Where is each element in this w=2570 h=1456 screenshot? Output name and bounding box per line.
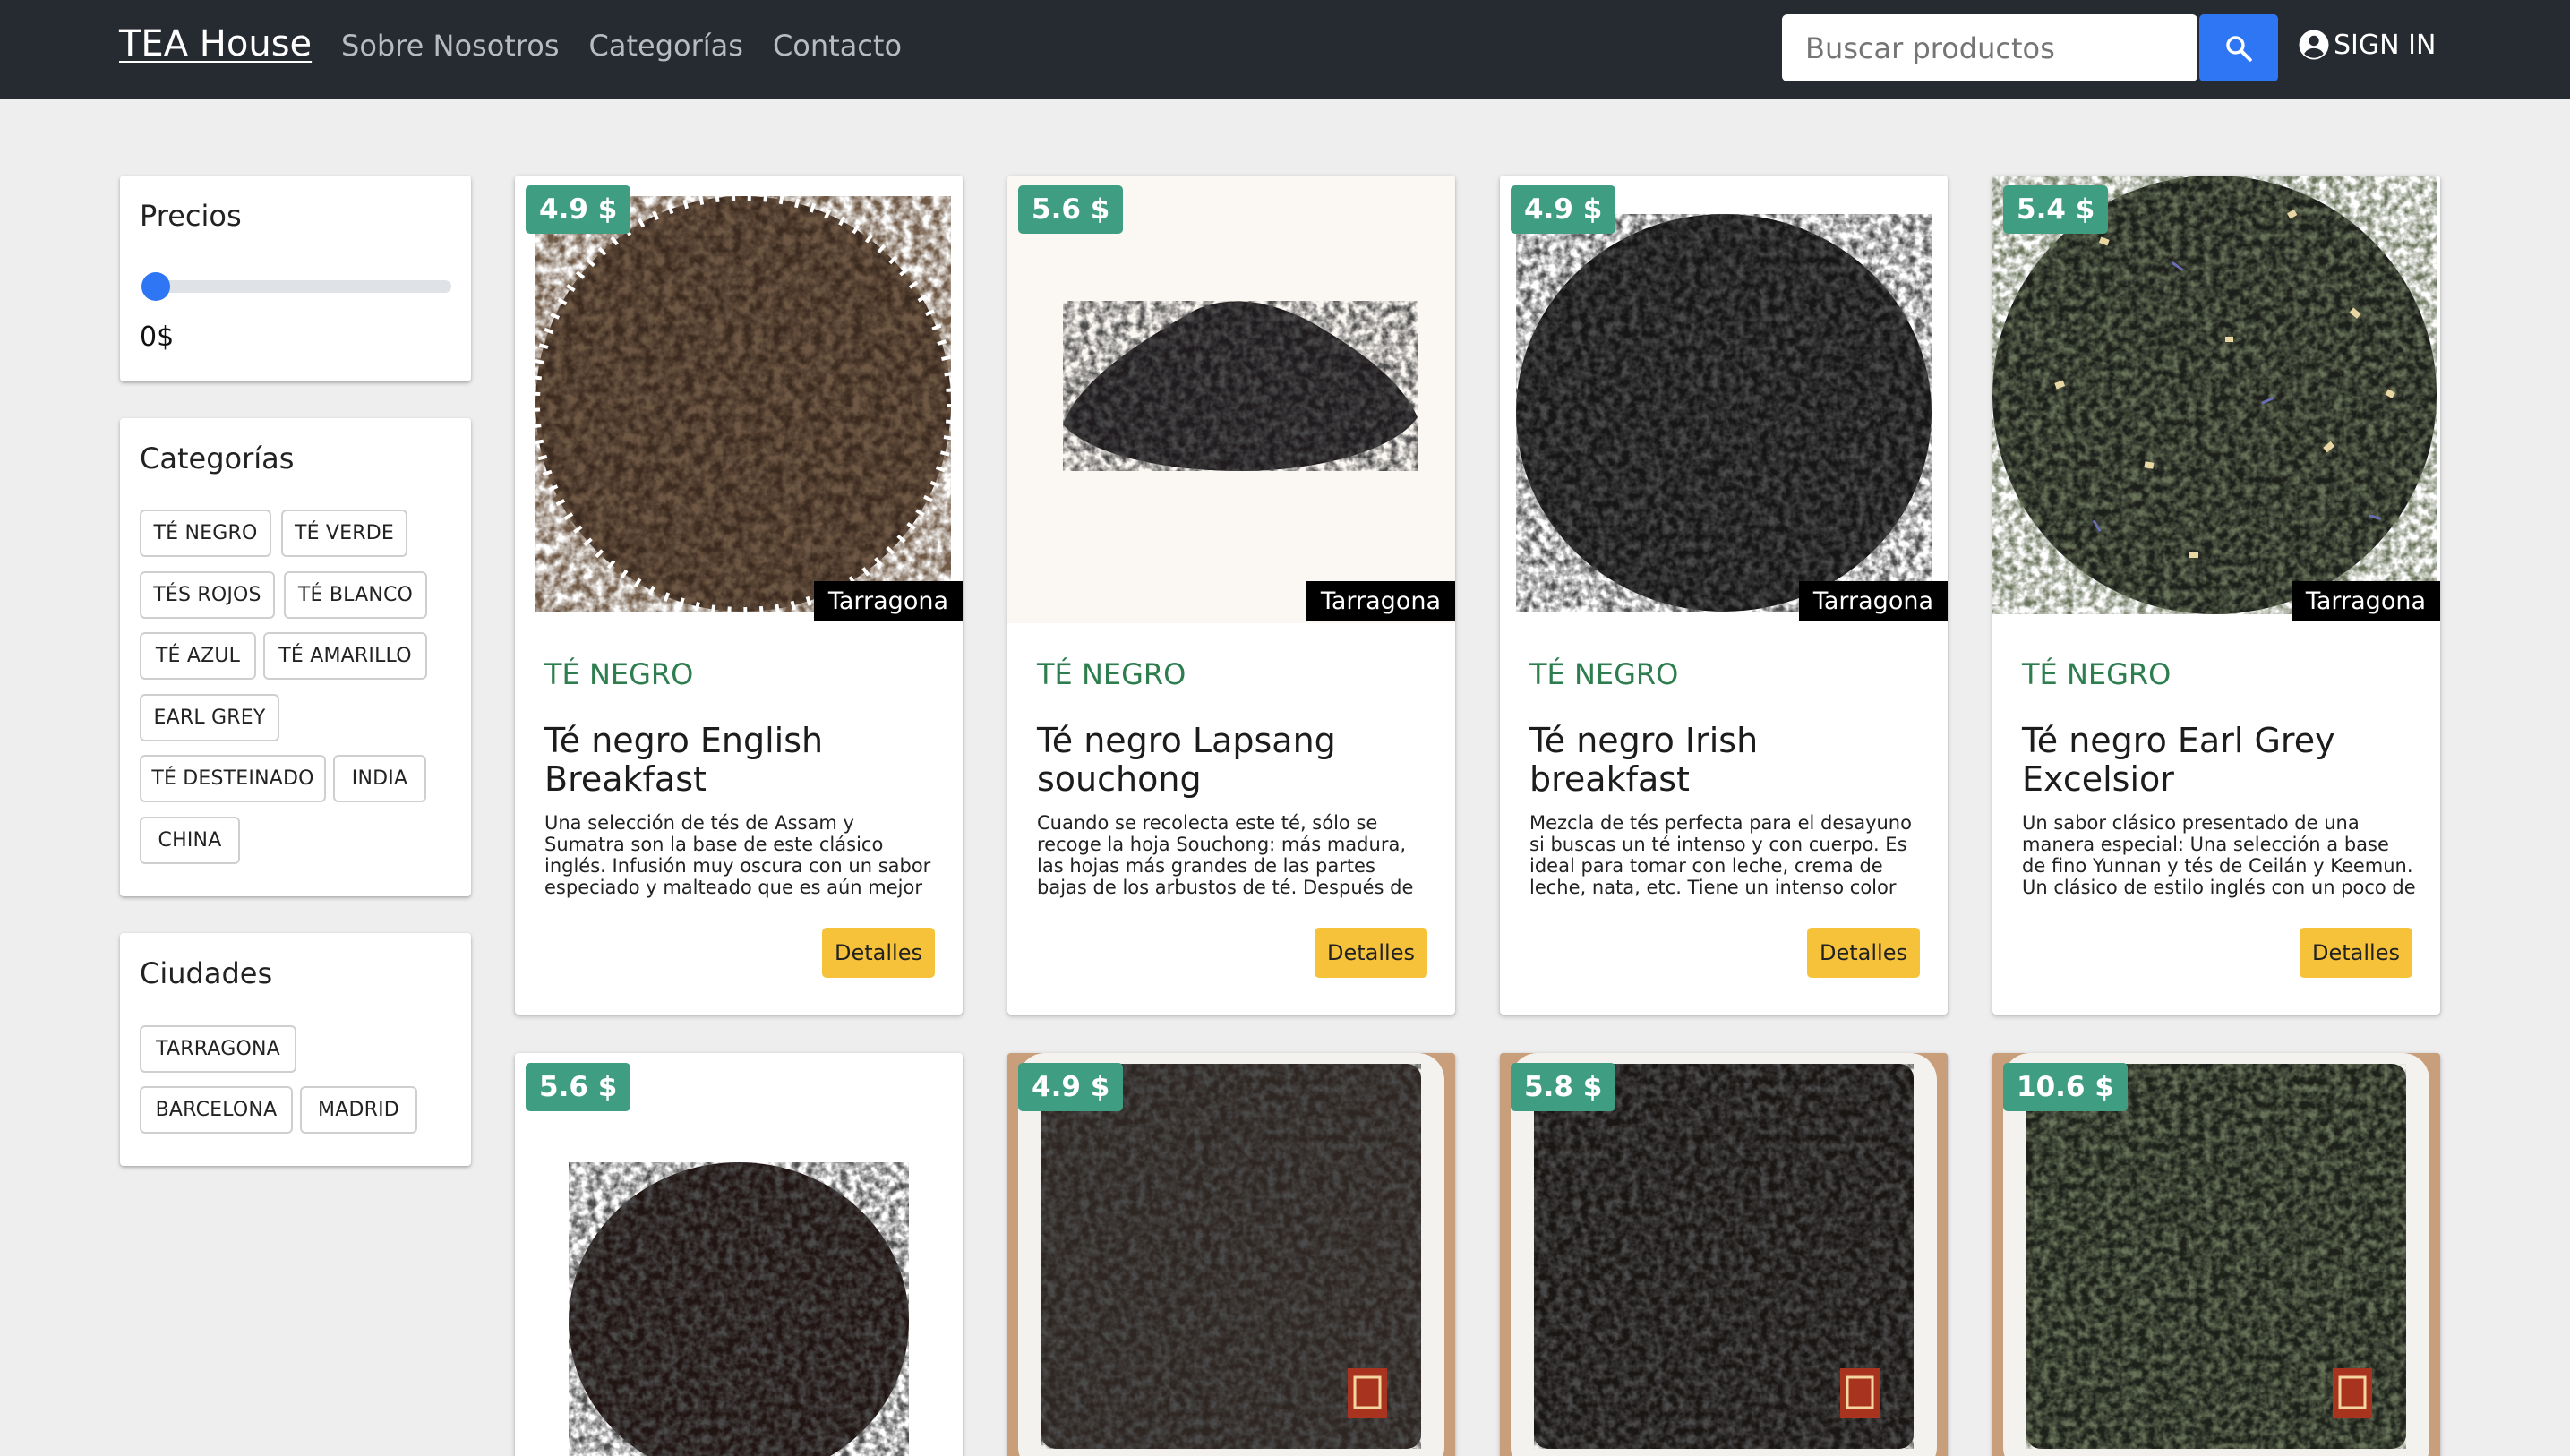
chip-te-desteinado[interactable]: TÉ DESTEINADO xyxy=(140,755,326,802)
product-title: Té negro Lapsang souchong xyxy=(1037,721,1336,799)
product-card: 4.9 $ xyxy=(1007,1053,1455,1456)
search-button[interactable] xyxy=(2199,14,2278,81)
nav-links: Sobre Nosotros Categorías Contacto xyxy=(341,29,902,63)
signin-button[interactable]: SIGN IN xyxy=(2298,29,2436,61)
product-image[interactable] xyxy=(1007,176,1455,623)
product-card: 10.6 $ xyxy=(1992,1053,2440,1456)
product-category: TÉ NEGRO xyxy=(2022,657,2172,691)
product-title: Té negro Irish breakfast xyxy=(1529,721,1759,799)
round-tea-heap-icon xyxy=(569,1162,909,1456)
category-filter-panel: Categorías TÉ NEGRO TÉ VERDE TÉS ROJOS T… xyxy=(120,418,471,896)
chip-te-azul[interactable]: TÉ AZUL xyxy=(140,632,256,680)
details-button[interactable]: Detalles xyxy=(822,928,935,978)
brand-logo[interactable]: TEA House xyxy=(119,23,312,64)
product-image[interactable] xyxy=(1500,1053,1948,1456)
round-tea-heap-icon xyxy=(1516,214,1932,612)
price-badge: 4.9 $ xyxy=(1018,1063,1124,1111)
product-card: 5.6 $ Tarragona TÉ NEGRO Té negro Lapsan… xyxy=(1007,176,1455,1015)
price-filter-title: Precios xyxy=(140,199,242,233)
search-icon xyxy=(2226,35,2252,62)
city-filter-panel: Ciudades TARRAGONA BARCELONA MADRID xyxy=(120,933,471,1166)
product-image[interactable] xyxy=(1500,176,1948,623)
top-navbar: TEA House Sobre Nosotros Categorías Cont… xyxy=(0,0,2570,99)
chip-barcelona[interactable]: BARCELONA xyxy=(140,1086,293,1134)
chip-te-amarillo[interactable]: TÉ AMARILLO xyxy=(263,632,427,680)
tea-bowl-icon xyxy=(1007,1053,1455,1456)
city-badge: Tarragona xyxy=(813,581,963,621)
price-filter-panel: Precios 0$ xyxy=(120,176,471,381)
product-image[interactable] xyxy=(515,176,963,623)
product-description: Un sabor clásico presentado de una maner… xyxy=(2022,812,2416,898)
price-badge: 5.6 $ xyxy=(1018,185,1124,234)
chip-india[interactable]: INDIA xyxy=(333,755,426,802)
product-card: 5.8 $ xyxy=(1500,1053,1948,1456)
chip-te-negro[interactable]: TÉ NEGRO xyxy=(140,510,271,557)
product-description: Mezcla de tés perfecta para el desayuno … xyxy=(1529,812,1912,898)
price-badge: 10.6 $ xyxy=(2003,1063,2128,1111)
nav-link-about[interactable]: Sobre Nosotros xyxy=(341,29,560,63)
product-card: 4.9 $ Tarragona TÉ NEGRO Té negro Englis… xyxy=(515,176,963,1015)
chip-china[interactable]: CHINA xyxy=(140,817,240,864)
product-category: TÉ NEGRO xyxy=(544,657,694,691)
price-badge: 5.8 $ xyxy=(1511,1063,1616,1111)
account-circle-icon xyxy=(2299,30,2329,60)
details-button[interactable]: Detalles xyxy=(1315,928,1427,978)
price-badge: 5.4 $ xyxy=(2003,185,2109,234)
price-value: 0$ xyxy=(140,321,175,353)
city-badge: Tarragona xyxy=(1306,581,1455,621)
tea-bowl-icon xyxy=(1500,1053,1948,1456)
city-filter-title: Ciudades xyxy=(140,956,273,990)
category-filter-title: Categorías xyxy=(140,441,295,475)
chip-earl-grey[interactable]: EARL GREY xyxy=(140,694,279,741)
product-image[interactable] xyxy=(1992,1053,2440,1456)
product-category: TÉ NEGRO xyxy=(1037,657,1186,691)
product-title: Té negro Earl Grey Excelsior xyxy=(2022,721,2335,799)
price-slider[interactable] xyxy=(141,272,451,301)
nav-link-contact[interactable]: Contacto xyxy=(773,29,902,63)
product-image[interactable] xyxy=(1007,1053,1455,1456)
city-badge: Tarragona xyxy=(2291,581,2440,621)
chip-madrid[interactable]: MADRID xyxy=(300,1086,417,1134)
product-image[interactable] xyxy=(515,1053,963,1456)
earl-grey-blend-icon xyxy=(1992,176,2437,614)
small-tea-pile-icon xyxy=(1063,301,1418,471)
product-category: TÉ NEGRO xyxy=(1529,657,1679,691)
product-card: 4.9 $ Tarragona TÉ NEGRO Té negro Irish … xyxy=(1500,176,1948,1015)
product-title: Té negro English Breakfast xyxy=(544,721,824,799)
product-description: Una selección de tés de Assam y Sumatra … xyxy=(544,812,931,898)
chip-te-verde[interactable]: TÉ VERDE xyxy=(281,510,407,557)
price-badge: 4.9 $ xyxy=(526,185,631,234)
price-badge: 5.6 $ xyxy=(526,1063,631,1111)
chip-tarragona[interactable]: TARRAGONA xyxy=(140,1025,296,1073)
details-button[interactable]: Detalles xyxy=(2300,928,2412,978)
nav-link-categories[interactable]: Categorías xyxy=(589,29,743,63)
price-badge: 4.9 $ xyxy=(1511,185,1616,234)
product-card: 5.6 $ xyxy=(515,1053,963,1456)
product-description: Cuando se recolecta este té, sólo se rec… xyxy=(1037,812,1414,898)
details-button[interactable]: Detalles xyxy=(1807,928,1920,978)
search-input[interactable] xyxy=(1782,14,2197,81)
product-card: 5.4 $ Tarragona TÉ NEGRO Té negro Earl G… xyxy=(1992,176,2440,1015)
loose-black-tea-heap-icon xyxy=(531,192,955,616)
signin-label: SIGN IN xyxy=(2334,29,2437,61)
price-slider-thumb[interactable] xyxy=(141,272,170,301)
tea-bowl-icon xyxy=(1992,1053,2440,1456)
city-badge: Tarragona xyxy=(1798,581,1948,621)
chip-tes-rojos[interactable]: TÉS ROJOS xyxy=(140,571,275,619)
product-image[interactable] xyxy=(1992,176,2440,623)
chip-te-blanco[interactable]: TÉ BLANCO xyxy=(284,571,427,619)
